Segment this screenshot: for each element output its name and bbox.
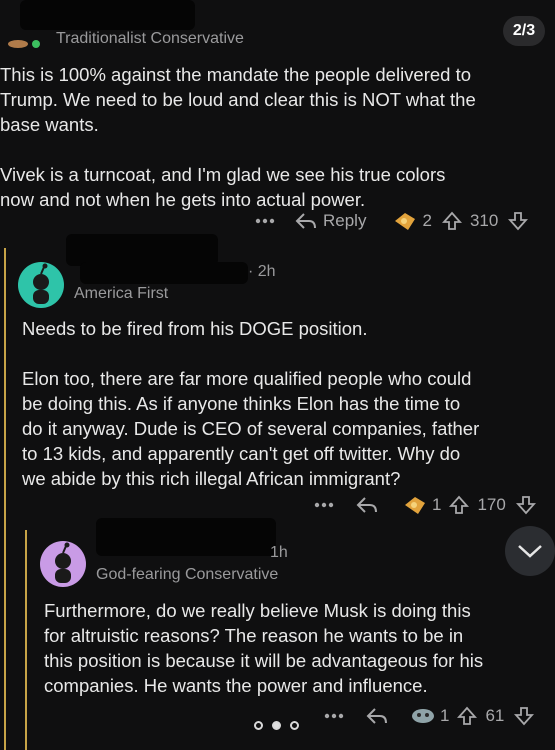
award-count: 1 xyxy=(432,495,442,514)
comment-body: Needs to be fired from his DOGE position… xyxy=(22,318,480,489)
comment-actions: 1 170 xyxy=(314,494,536,516)
award-count: 2 xyxy=(422,211,432,230)
downvote-icon[interactable] xyxy=(514,706,535,726)
reply-button[interactable]: Reply xyxy=(295,211,366,231)
comment-actions: 1 61 xyxy=(324,706,535,726)
image-pager: 2/3 xyxy=(503,16,545,46)
comment-time: 1h xyxy=(270,544,288,561)
reply-label: Reply xyxy=(323,211,367,230)
comment-actions: Reply 2 310 xyxy=(255,210,529,232)
vote-count: 310 xyxy=(469,211,499,230)
avatar[interactable] xyxy=(40,541,86,587)
thread-line xyxy=(25,530,27,750)
award-icon[interactable] xyxy=(392,210,418,232)
carousel-indicator[interactable] xyxy=(254,721,299,730)
carousel-dot[interactable] xyxy=(272,721,281,730)
downvote-icon[interactable] xyxy=(508,211,529,231)
chevron-down-icon xyxy=(518,545,542,558)
more-icon[interactable] xyxy=(324,713,344,719)
vote-count: 170 xyxy=(477,495,506,514)
avatar[interactable] xyxy=(18,262,64,308)
carousel-dot[interactable] xyxy=(254,721,263,730)
more-icon[interactable] xyxy=(255,218,275,224)
award-count: 1 xyxy=(440,706,450,725)
downvote-icon[interactable] xyxy=(515,495,536,515)
vote-count: 61 xyxy=(485,706,505,725)
comment-author[interactable]: America First xyxy=(74,285,168,303)
comment-body: Furthermore, do we really believe Musk i… xyxy=(44,600,484,696)
award-icon[interactable] xyxy=(410,706,436,726)
more-icon[interactable] xyxy=(314,502,334,508)
upvote-icon[interactable] xyxy=(441,211,462,231)
redacted-username xyxy=(80,262,248,284)
comment-body: This is 100% against the mandate the peo… xyxy=(0,64,476,210)
flair-icon xyxy=(6,36,46,50)
redacted-username xyxy=(20,0,195,30)
reply-icon[interactable] xyxy=(366,707,388,725)
comment-time: · 2h xyxy=(248,263,276,280)
upvote-icon[interactable] xyxy=(449,495,470,515)
comment-author[interactable]: God-fearing Conservative xyxy=(96,566,278,584)
upvote-icon[interactable] xyxy=(457,706,478,726)
thread-line xyxy=(4,248,6,750)
reply-icon xyxy=(295,213,316,229)
award-icon[interactable] xyxy=(402,494,428,516)
carousel-dot[interactable] xyxy=(290,721,299,730)
comment-author[interactable]: Traditionalist Conservative xyxy=(56,30,244,48)
reply-icon[interactable] xyxy=(356,496,378,514)
scroll-down-button[interactable] xyxy=(505,526,555,576)
redacted-username xyxy=(96,518,276,556)
